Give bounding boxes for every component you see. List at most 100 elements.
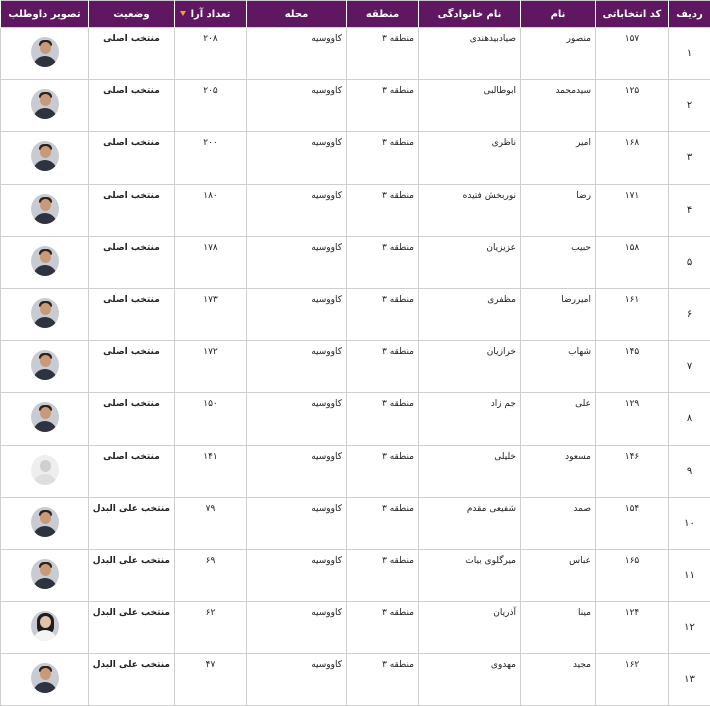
table-row[interactable]: ۱۰۱۵۴صمدشفیعی مقدممنطقه ۳کاووسیه۷۹منتخب …	[1, 497, 710, 549]
avatar-head	[40, 303, 51, 315]
photo-cell	[1, 602, 89, 654]
first-name: منصور	[521, 28, 596, 80]
last-name: عزیزیان	[419, 236, 521, 288]
region: منطقه ۳	[347, 445, 419, 497]
candidate-photo[interactable]	[31, 246, 59, 276]
header-photo[interactable]: تصویر داوطلب	[1, 1, 89, 28]
header-region[interactable]: منطقه	[347, 1, 419, 28]
header-index[interactable]: ردیف	[669, 1, 710, 28]
table-row[interactable]: ۴۱۷۱رضانوربخش فتیدهمنطقه ۳کاووسیه۱۸۰منتخ…	[1, 184, 710, 236]
status-badge: منتخب اصلی	[89, 445, 175, 497]
photo-cell	[1, 184, 89, 236]
photo-cell	[1, 288, 89, 340]
row-index: ۷	[669, 341, 710, 393]
vote-count: ۶۲	[175, 602, 247, 654]
status-badge: منتخب اصلی	[89, 28, 175, 80]
candidate-photo[interactable]	[31, 298, 59, 328]
candidate-code: ۱۶۸	[596, 132, 669, 184]
table-row[interactable]: ۲۱۲۵سیدمحمدابوطالبیمنطقه ۳کاووسیه۲۰۵منتخ…	[1, 80, 710, 132]
avatar-head	[40, 199, 51, 211]
region: منطقه ۳	[347, 654, 419, 706]
table-body: ۱۱۵۷منصورصیادبیدهندیمنطقه ۳کاووسیه۲۰۸منت…	[1, 28, 710, 706]
header-status[interactable]: وضعیت	[89, 1, 175, 28]
photo-cell	[1, 341, 89, 393]
candidate-photo[interactable]	[31, 663, 59, 693]
candidate-photo[interactable]	[31, 350, 59, 380]
row-index: ۱۲	[669, 602, 710, 654]
female-candidate-photo[interactable]	[31, 611, 59, 641]
avatar-body	[33, 474, 57, 485]
vote-count: ۶۹	[175, 549, 247, 601]
header-district[interactable]: محله	[247, 1, 347, 28]
avatar-body	[33, 682, 57, 693]
status-badge: منتخب علی البدل	[89, 602, 175, 654]
table-row[interactable]: ۷۱۴۵شهابخرازیانمنطقه ۳کاووسیه۱۷۲منتخب اص…	[1, 341, 710, 393]
table-row[interactable]: ۱۳۱۶۲مجیدمهدویمنطقه ۳کاووسیه۴۷منتخب علی …	[1, 654, 710, 706]
first-name: مینا	[521, 602, 596, 654]
last-name: جم زاد	[419, 393, 521, 445]
district: کاووسیه	[247, 132, 347, 184]
region: منطقه ۳	[347, 341, 419, 393]
placeholder-photo[interactable]	[31, 455, 59, 485]
last-name: مهدوی	[419, 654, 521, 706]
avatar-head	[40, 42, 51, 54]
first-name: مجید	[521, 654, 596, 706]
table-row[interactable]: ۶۱۶۱امیررضامظفریمنطقه ۳کاووسیه۱۷۳منتخب ا…	[1, 288, 710, 340]
first-name: صمد	[521, 497, 596, 549]
region: منطقه ۳	[347, 393, 419, 445]
table-row[interactable]: ۳۱۶۸امیرناظریمنطقه ۳کاووسیه۲۰۰منتخب اصلی	[1, 132, 710, 184]
avatar-body	[33, 265, 57, 276]
status-badge: منتخب اصلی	[89, 393, 175, 445]
table-row[interactable]: ۱۲۱۲۴میناآذریانمنطقه ۳کاووسیه۶۲منتخب علی…	[1, 602, 710, 654]
candidate-photo[interactable]	[31, 507, 59, 537]
avatar-body	[33, 369, 57, 380]
table-row[interactable]: ۸۱۲۹علیجم زادمنطقه ۳کاووسیه۱۵۰منتخب اصلی	[1, 393, 710, 445]
district: کاووسیه	[247, 80, 347, 132]
header-first-name[interactable]: نام	[521, 1, 596, 28]
candidate-code: ۱۲۵	[596, 80, 669, 132]
row-index: ۱۰	[669, 497, 710, 549]
candidate-photo[interactable]	[31, 141, 59, 171]
status-badge: منتخب اصلی	[89, 236, 175, 288]
header-votes[interactable]: تعداد آرا	[175, 1, 247, 28]
avatar-body	[33, 526, 57, 537]
district: کاووسیه	[247, 28, 347, 80]
candidate-photo[interactable]	[31, 89, 59, 119]
district: کاووسیه	[247, 497, 347, 549]
candidate-code: ۱۲۴	[596, 602, 669, 654]
last-name: آذریان	[419, 602, 521, 654]
candidate-photo[interactable]	[31, 194, 59, 224]
candidate-photo[interactable]	[31, 402, 59, 432]
first-name: امیر	[521, 132, 596, 184]
photo-cell	[1, 393, 89, 445]
candidate-photo[interactable]	[31, 37, 59, 67]
table-row[interactable]: ۹۱۴۶مسعودخلیلیمنطقه ۳کاووسیه۱۴۱منتخب اصل…	[1, 445, 710, 497]
header-last-name[interactable]: نام خانوادگی	[419, 1, 521, 28]
sort-desc-icon[interactable]	[180, 11, 186, 16]
candidate-photo[interactable]	[31, 559, 59, 589]
status-badge: منتخب علی البدل	[89, 654, 175, 706]
candidate-code: ۱۵۸	[596, 236, 669, 288]
row-index: ۳	[669, 132, 710, 184]
district: کاووسیه	[247, 445, 347, 497]
row-index: ۱	[669, 28, 710, 80]
vote-count: ۱۴۱	[175, 445, 247, 497]
header-code[interactable]: کد انتخاباتی	[596, 1, 669, 28]
row-index: ۵	[669, 236, 710, 288]
vote-count: ۲۰۸	[175, 28, 247, 80]
vote-count: ۱۷۸	[175, 236, 247, 288]
candidate-code: ۱۴۵	[596, 341, 669, 393]
region: منطقه ۳	[347, 549, 419, 601]
table-row[interactable]: ۱۱۵۷منصورصیادبیدهندیمنطقه ۳کاووسیه۲۰۸منت…	[1, 28, 710, 80]
first-name: حبیب	[521, 236, 596, 288]
last-name: خلیلی	[419, 445, 521, 497]
last-name: ابوطالبی	[419, 80, 521, 132]
district: کاووسیه	[247, 341, 347, 393]
vote-count: ۱۷۲	[175, 341, 247, 393]
district: کاووسیه	[247, 288, 347, 340]
avatar-head	[40, 251, 51, 263]
first-name: علی	[521, 393, 596, 445]
table-row[interactable]: ۱۱۱۶۵عباسمیرگلوی بیاتمنطقه ۳کاووسیه۶۹منت…	[1, 549, 710, 601]
table-row[interactable]: ۵۱۵۸حبیبعزیزیانمنطقه ۳کاووسیه۱۷۸منتخب اص…	[1, 236, 710, 288]
vote-count: ۲۰۵	[175, 80, 247, 132]
